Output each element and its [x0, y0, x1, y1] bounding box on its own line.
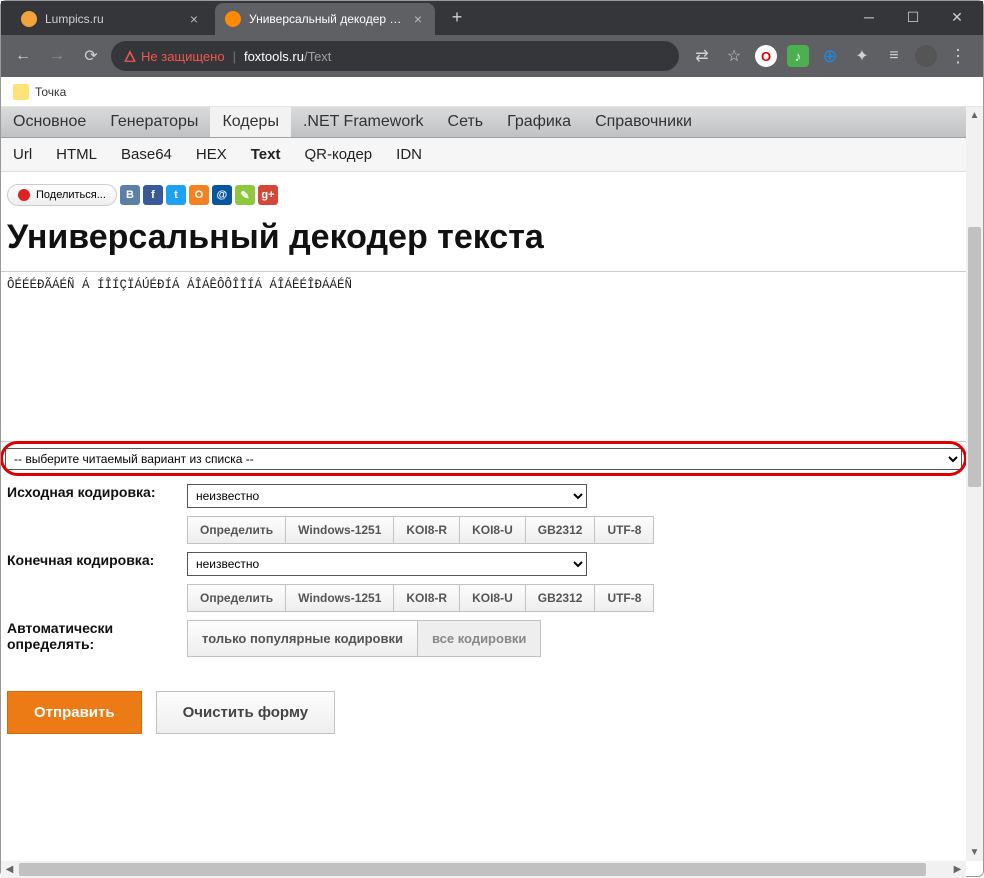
encoding-preset-button[interactable]: GB2312 — [525, 516, 596, 544]
bookmark-star-icon[interactable]: ☆ — [723, 45, 745, 67]
subnav-item[interactable]: QR-кодер — [292, 138, 384, 171]
social-icon[interactable]: B — [120, 185, 140, 205]
topnav-item[interactable]: Генераторы — [98, 107, 210, 137]
warning-icon — [123, 49, 137, 63]
reload-button[interactable]: ⟳ — [77, 42, 105, 70]
translate-icon[interactable]: ⇄ — [691, 45, 713, 67]
social-icon[interactable]: ✎ — [235, 185, 255, 205]
vertical-scrollbar[interactable]: ▲ ▼ — [966, 107, 983, 861]
new-tab-button[interactable]: + — [443, 3, 471, 31]
target-encoding-select[interactable]: неизвестно — [187, 552, 587, 576]
forward-button[interactable]: → — [43, 42, 71, 70]
encoding-preset-button[interactable]: KOI8-R — [393, 516, 460, 544]
target-encoding-label: Конечная кодировка: — [1, 548, 181, 616]
bookmark-folder-icon — [13, 84, 29, 100]
scroll-up-arrow[interactable]: ▲ — [966, 107, 983, 124]
topnav-item[interactable]: .NET Framework — [291, 107, 436, 137]
social-icon[interactable]: g+ — [258, 185, 278, 205]
scroll-thumb[interactable] — [19, 863, 926, 876]
extension-music-icon[interactable]: ♪ — [787, 45, 809, 67]
encoding-preset-button[interactable]: KOI8-U — [459, 584, 526, 612]
topnav-item[interactable]: Основное — [1, 107, 98, 137]
window-controls: ─ ☐ ✕ — [847, 3, 983, 35]
auto-all-button[interactable]: все кодировки — [417, 620, 541, 657]
topnav-item[interactable]: Справочники — [583, 107, 704, 137]
tab-lumpics[interactable]: Lumpics.ru × — [11, 3, 211, 35]
tab-title: Универсальный декодер текста — [249, 12, 405, 26]
close-icon[interactable]: × — [187, 12, 201, 26]
tab-foxtools[interactable]: Универсальный декодер текста × — [215, 3, 435, 35]
close-icon[interactable]: × — [411, 12, 425, 26]
subnav-item[interactable]: HTML — [44, 138, 109, 171]
encoding-preset-button[interactable]: Windows-1251 — [285, 584, 394, 612]
encoding-preset-button[interactable]: KOI8-R — [393, 584, 460, 612]
extension-opera-icon[interactable]: O — [755, 45, 777, 67]
extension-globe-icon[interactable]: ⊕ — [819, 45, 841, 67]
address-bar[interactable]: Не защищено | foxtools.ru/Text — [111, 41, 679, 71]
top-nav: ОсновноеГенераторыКодеры.NET FrameworkСе… — [1, 107, 966, 138]
favicon — [21, 11, 37, 27]
subnav-item[interactable]: Text — [239, 138, 293, 171]
page-content: ОсновноеГенераторыКодеры.NET FrameworkСе… — [1, 107, 966, 861]
scroll-left-arrow[interactable]: ◀ — [1, 861, 18, 878]
social-icon[interactable]: O — [189, 185, 209, 205]
share-button[interactable]: Поделиться... — [7, 184, 117, 206]
reading-list-icon[interactable]: ≡ — [883, 45, 905, 67]
topnav-item[interactable]: Графика — [495, 107, 583, 137]
encoding-preset-button[interactable]: GB2312 — [525, 584, 596, 612]
source-encoding-label: Исходная кодировка: — [1, 480, 181, 548]
encoding-preset-button[interactable]: UTF-8 — [594, 516, 654, 544]
share-label: Поделиться... — [36, 189, 106, 201]
submit-button[interactable]: Отправить — [7, 691, 142, 734]
favicon — [225, 11, 241, 27]
scroll-right-arrow[interactable]: ▶ — [949, 861, 966, 878]
social-icon[interactable]: @ — [212, 185, 232, 205]
variant-select[interactable]: -- выберите читаемый вариант из списка -… — [5, 448, 962, 470]
tab-strip: Lumpics.ru × Универсальный декодер текст… — [1, 3, 847, 35]
encoding-preset-button[interactable]: Определить — [187, 584, 286, 612]
clear-button[interactable]: Очистить форму — [156, 691, 336, 734]
topnav-item[interactable]: Кодеры — [210, 107, 291, 137]
text-input[interactable] — [1, 272, 966, 438]
extensions-puzzle-icon[interactable]: ✦ — [851, 45, 873, 67]
subnav-item[interactable]: IDN — [384, 138, 434, 171]
auto-detect-label: Автоматически определять: — [1, 616, 181, 661]
topnav-item[interactable]: Сеть — [436, 107, 496, 137]
source-encoding-select[interactable]: неизвестно — [187, 484, 587, 508]
subnav-item[interactable]: Url — [1, 138, 44, 171]
share-row: Поделиться... BftO@✎g+ — [1, 172, 966, 214]
page-title: Универсальный декодер текста — [1, 214, 966, 271]
close-button[interactable]: ✕ — [935, 3, 979, 31]
back-button[interactable]: ← — [9, 42, 37, 70]
security-warning: Не защищено — [123, 49, 225, 64]
scroll-thumb[interactable] — [968, 227, 981, 487]
encoding-preset-button[interactable]: Windows-1251 — [285, 516, 394, 544]
encoding-preset-button[interactable]: Определить — [187, 516, 286, 544]
url-host: foxtools.ru — [244, 49, 304, 64]
encoding-preset-button[interactable]: KOI8-U — [459, 516, 526, 544]
profile-avatar[interactable] — [915, 45, 937, 67]
social-icon[interactable]: f — [143, 185, 163, 205]
maximize-button[interactable]: ☐ — [891, 3, 935, 31]
auto-popular-button[interactable]: только популярные кодировки — [187, 620, 418, 657]
subnav-item[interactable]: HEX — [184, 138, 239, 171]
sub-nav: UrlHTMLBase64HEXTextQR-кодерIDN — [1, 138, 966, 172]
bookmark-item[interactable]: Точка — [35, 85, 66, 99]
scroll-down-arrow[interactable]: ▼ — [966, 844, 983, 861]
subnav-item[interactable]: Base64 — [109, 138, 184, 171]
share-icon — [18, 189, 30, 201]
horizontal-scrollbar[interactable]: ◀ ▶ — [1, 861, 966, 878]
tab-title: Lumpics.ru — [45, 12, 181, 26]
minimize-button[interactable]: ─ — [847, 3, 891, 31]
social-icon[interactable]: t — [166, 185, 186, 205]
browser-chrome: Lumpics.ru × Универсальный декодер текст… — [1, 1, 983, 77]
bookmarks-bar: Точка — [1, 77, 983, 107]
encoding-preset-button[interactable]: UTF-8 — [594, 584, 654, 612]
menu-icon[interactable]: ⋮ — [947, 45, 969, 67]
url-path: /Text — [304, 49, 331, 64]
